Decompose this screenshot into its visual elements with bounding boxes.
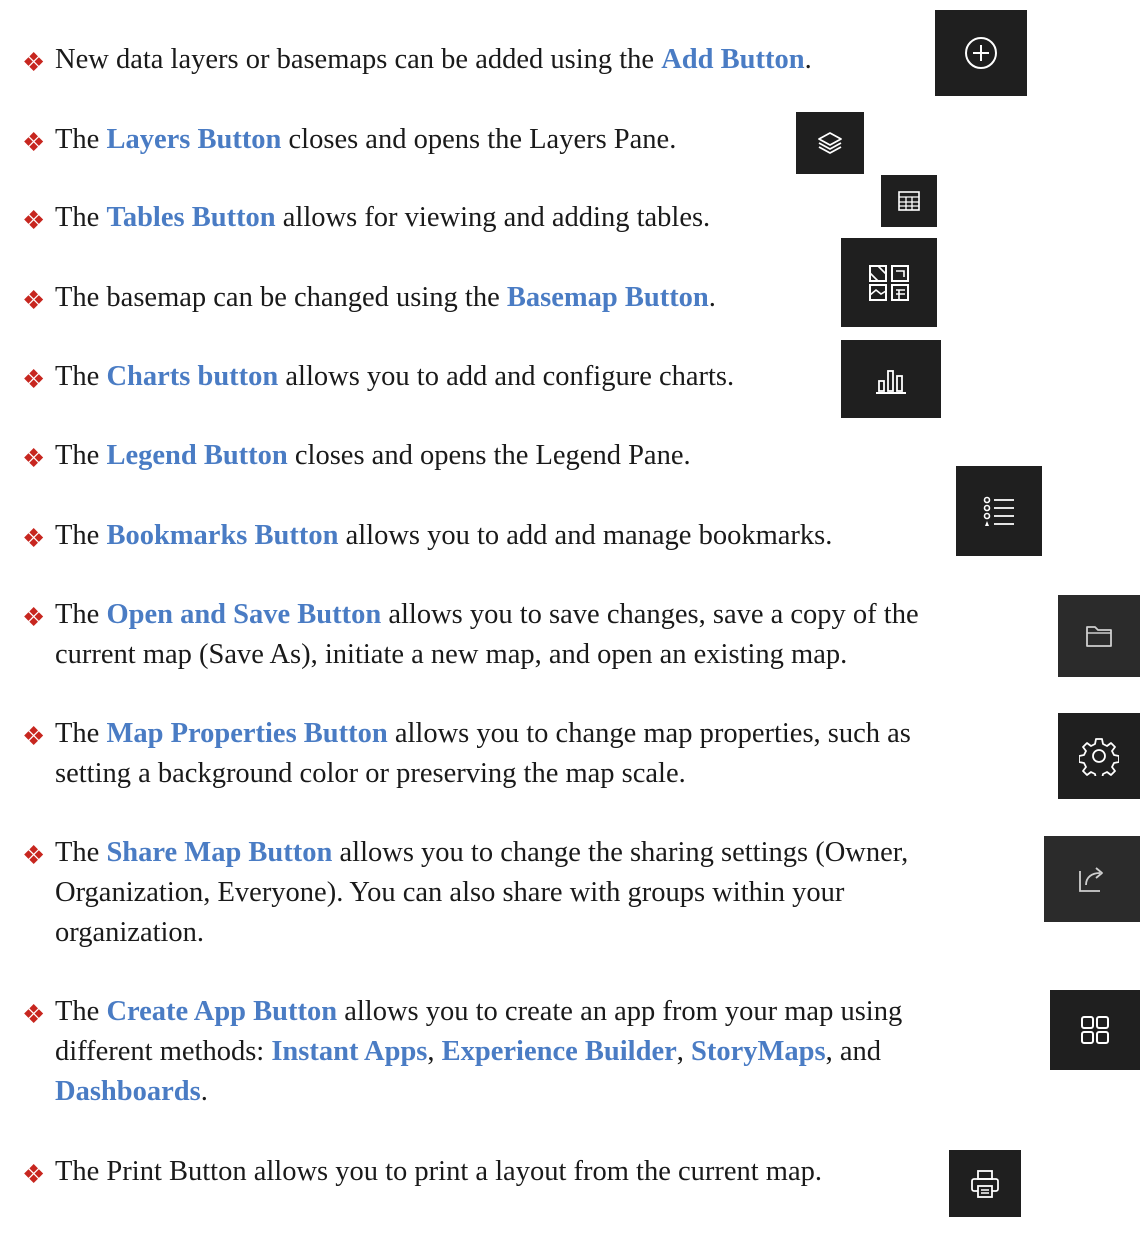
highlight-term: Instant Apps <box>271 1036 428 1067</box>
bullet: ❖ <box>22 444 46 473</box>
item-text: The Tables Button allows for viewing and… <box>55 202 711 233</box>
highlight-term: StoryMaps <box>691 1036 826 1067</box>
bullet: ❖ <box>22 128 46 157</box>
item-text: The Print Button allows you to print a l… <box>55 1156 822 1187</box>
highlight-term: Open and Save Button <box>106 599 382 630</box>
highlight-term: Create App Button <box>106 996 338 1027</box>
item-text: The Open and Save Button allows you to s… <box>55 599 919 670</box>
highlight-term: Add Button <box>661 44 805 75</box>
layers-icon[interactable] <box>796 112 864 174</box>
bullet: ❖ <box>22 1000 46 1029</box>
bullet: ❖ <box>22 365 46 394</box>
bullet: ❖ <box>22 48 46 77</box>
highlight-term: Share Map Button <box>106 837 333 868</box>
bookmarks-list-icon[interactable] <box>956 466 1042 556</box>
bullet: ❖ <box>22 1160 46 1189</box>
item-text: The Share Map Button allows you to chang… <box>55 837 909 948</box>
highlight-term: Experience Builder <box>441 1036 677 1067</box>
table-icon[interactable] <box>881 175 937 227</box>
item-text: The Bookmarks Button allows you to add a… <box>55 520 833 551</box>
item-text: The Legend Button closes and opens the L… <box>55 440 691 471</box>
printer-icon[interactable] <box>949 1150 1021 1217</box>
highlight-term: Layers Button <box>106 124 282 155</box>
item-text: The basemap can be changed using the Bas… <box>55 282 716 313</box>
folder-icon[interactable] <box>1058 595 1140 677</box>
bullet: ❖ <box>22 524 46 553</box>
bullet: ❖ <box>22 286 46 315</box>
highlight-term: Basemap Button <box>506 282 709 313</box>
highlight-term: Charts button <box>106 361 279 392</box>
gear-icon[interactable] <box>1058 713 1140 799</box>
highlight-term: Legend Button <box>106 440 288 471</box>
item-text: The Layers Button closes and opens the L… <box>55 124 677 155</box>
apps-grid-icon[interactable] <box>1050 990 1140 1070</box>
item-text: New data layers or basemaps can be added… <box>55 44 812 75</box>
bar-chart-icon[interactable] <box>841 340 941 418</box>
basemap-gallery-icon[interactable] <box>841 238 937 327</box>
highlight-term: Tables Button <box>106 202 276 233</box>
highlight-term: Dashboards <box>55 1076 201 1107</box>
item-text: The Charts button allows you to add and … <box>55 361 735 392</box>
add-icon[interactable] <box>935 10 1027 96</box>
bullet: ❖ <box>22 206 46 235</box>
item-text: The Map Properties Button allows you to … <box>55 718 911 789</box>
highlight-term: Map Properties Button <box>106 718 388 749</box>
bullet: ❖ <box>22 722 46 751</box>
highlight-term: Bookmarks Button <box>106 520 339 551</box>
bullet: ❖ <box>22 603 46 632</box>
item-text: The Create App Button allows you to crea… <box>55 996 903 1107</box>
bullet: ❖ <box>22 841 46 870</box>
share-icon[interactable] <box>1044 836 1140 922</box>
